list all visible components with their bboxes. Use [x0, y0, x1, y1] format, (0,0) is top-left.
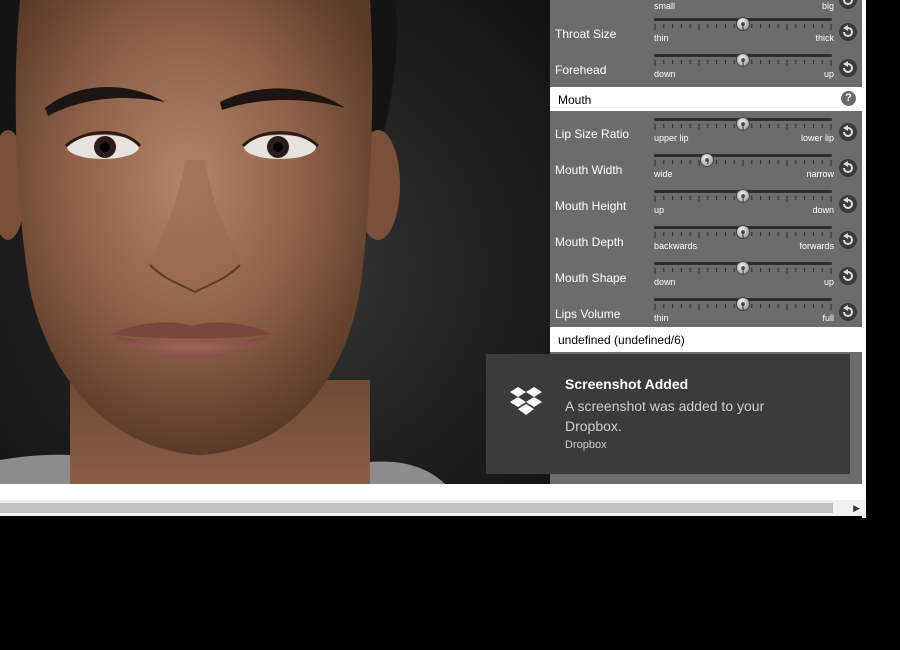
slider-row-mouth-depth[interactable]: Mouth Depth backwards forwards — [550, 222, 862, 258]
status-bar: undefined (undefined/6) — [550, 327, 862, 352]
slider-row-lip-size-ratio[interactable]: Lip Size Ratio upper lip lower lip — [550, 114, 862, 150]
slider-ticks — [654, 124, 832, 130]
horizontal-scrollbar[interactable]: ▶ — [0, 500, 866, 516]
slider-label: Mouth Width — [555, 163, 623, 177]
reset-icon[interactable] — [839, 23, 857, 41]
slider-label: Throat Size — [555, 27, 617, 41]
slider-track[interactable] — [654, 117, 832, 131]
slider-max-label: up — [823, 69, 834, 79]
slider-max-label: big — [821, 1, 834, 11]
slider-row-throat-size[interactable]: Throat Size thin thick — [550, 14, 862, 50]
slider-max-label: thick — [815, 33, 834, 43]
section-title: Mouth — [558, 93, 592, 107]
slider-max-label: narrow — [806, 169, 834, 179]
slider-min-label: down — [654, 277, 676, 287]
slider-min-label: thin — [654, 313, 669, 323]
reset-icon[interactable] — [839, 159, 857, 177]
reset-icon[interactable] — [839, 0, 857, 9]
slider-label: Forehead — [555, 63, 607, 77]
notification-source: Dropbox — [565, 439, 607, 451]
reset-icon[interactable] — [839, 231, 857, 249]
slider-ticks — [654, 232, 832, 238]
reset-icon[interactable] — [839, 195, 857, 213]
reset-icon[interactable] — [839, 303, 857, 321]
slider-label: Lip Size Ratio — [555, 127, 630, 141]
slider-label: Lips Volume — [555, 307, 621, 321]
slider-track[interactable] — [654, 53, 832, 67]
slider-ticks — [654, 24, 832, 30]
slider-ticks — [654, 304, 832, 310]
dropbox-notification[interactable]: Screenshot Added A screenshot was added … — [486, 354, 850, 474]
notification-title: Screenshot Added — [565, 376, 689, 392]
slider-ticks — [654, 196, 832, 202]
slider-row-forehead[interactable]: Forehead down up — [550, 50, 862, 86]
slider-max-label: down — [812, 205, 834, 215]
slider-row-mouth-width[interactable]: Mouth Width wide narrow — [550, 150, 862, 186]
slider-max-label: lower lip — [800, 133, 834, 143]
face-render — [0, 0, 445, 484]
slider-track[interactable] — [654, 17, 832, 31]
slider-track[interactable] — [654, 153, 832, 167]
mouth-section-header[interactable]: Mouth ? — [550, 87, 862, 111]
slider-max-label: forwards — [799, 241, 834, 251]
reset-icon[interactable] — [839, 123, 857, 141]
bottom-strip — [0, 484, 866, 500]
slider-min-label: backwards — [654, 241, 698, 251]
slider-track[interactable] — [654, 261, 832, 275]
slider-label: Mouth Shape — [555, 271, 627, 285]
reset-icon[interactable] — [839, 267, 857, 285]
slider-row-lips-volume[interactable]: Lips Volume thin full — [550, 294, 862, 330]
scroll-right-arrow-icon[interactable]: ▶ — [853, 503, 860, 514]
3d-viewport[interactable] — [0, 0, 550, 484]
slider-track[interactable] — [654, 297, 832, 311]
slider-row-mouth-height[interactable]: Mouth Height up down — [550, 186, 862, 222]
scrollbar-thumb[interactable] — [0, 503, 833, 513]
slider-min-label: wide — [654, 169, 673, 179]
slider-row-mouth-shape[interactable]: Mouth Shape down up — [550, 258, 862, 294]
notification-message: A screenshot was added to your Dropbox. — [565, 398, 765, 434]
slider-track[interactable] — [654, 189, 832, 203]
slider-label: Mouth Depth — [555, 235, 624, 249]
status-text: undefined (undefined/6) — [558, 333, 685, 347]
slider-min-label: down — [654, 69, 676, 79]
slider-ticks — [654, 160, 832, 166]
panel-border — [862, 0, 866, 518]
slider-label: Mouth Height — [555, 199, 627, 213]
slider-max-label: up — [823, 277, 834, 287]
slider-min-label: upper lip — [654, 133, 689, 143]
slider-ticks — [654, 268, 832, 274]
slider-ticks — [654, 60, 832, 66]
slider-min-label: thin — [654, 33, 669, 43]
reset-icon[interactable] — [839, 59, 857, 77]
slider-track[interactable] — [654, 225, 832, 239]
slider-min-label: up — [654, 205, 665, 215]
dropbox-icon — [510, 387, 542, 415]
slider-min-label: small — [654, 1, 676, 11]
help-icon[interactable]: ? — [841, 91, 856, 106]
slider-max-label: full — [822, 313, 834, 323]
